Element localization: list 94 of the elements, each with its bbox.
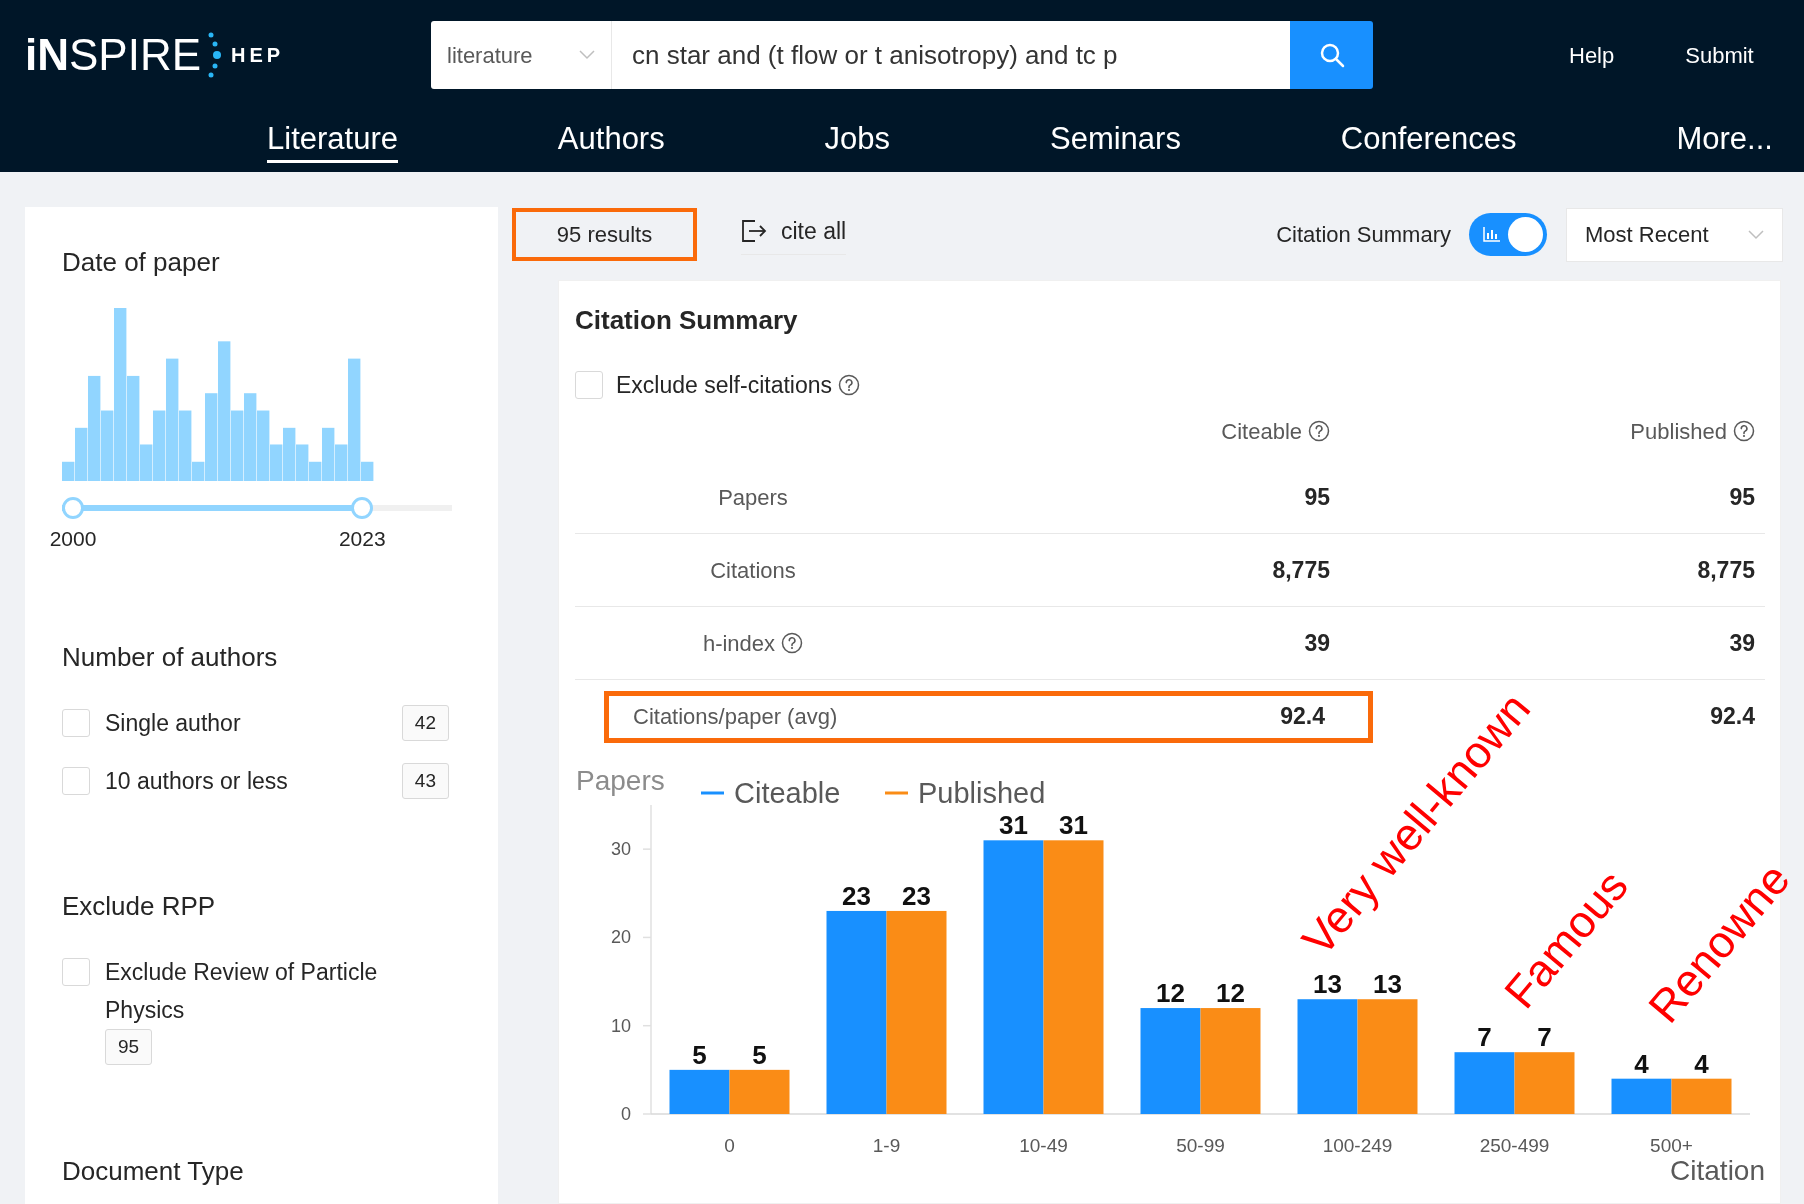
table-cell: 95 (1304, 483, 1330, 510)
filter-title: Number of authors (62, 641, 279, 673)
chevron-down-icon (579, 50, 595, 60)
category-label: 10-49 (1019, 1135, 1068, 1156)
bar (669, 1069, 730, 1114)
search-field[interactable]: cn star and (t flow or t anisotropy) and tc p (612, 21, 1290, 89)
row-label: Citations/paper (avg) (633, 703, 838, 731)
toggle-label: Citation Summary (1276, 221, 1451, 249)
column-header: Citeable (1221, 417, 1302, 446)
bar-value-label: 4 (1634, 1048, 1649, 1079)
category-label: 500+ (1650, 1135, 1693, 1156)
logo-text: iNSPIRE (25, 33, 202, 77)
checkbox[interactable] (62, 767, 90, 795)
axis-title: Citation (1670, 1155, 1765, 1186)
table-cell: 39 (1729, 629, 1755, 656)
legend-label: Citeable (734, 777, 841, 809)
table-cell: 92.4 (1280, 703, 1325, 730)
bar-value-label: 12 (1156, 978, 1185, 1009)
slider-value-label: 2000 (49, 527, 97, 551)
filter-title: Exclude RPP (62, 890, 217, 922)
nav-tab[interactable]: Authors (557, 119, 665, 163)
slider-thumb[interactable] (62, 497, 84, 519)
nav-tab[interactable]: Literature (267, 119, 398, 163)
sort-dropdown[interactable]: Most Recent (1566, 207, 1783, 262)
axis-tick-label: 0 (621, 1104, 631, 1124)
table-cell: 95 (1729, 483, 1755, 510)
axis-tick-label: 30 (610, 839, 631, 860)
bar-value-label: 31 (1059, 810, 1088, 841)
checkbox[interactable] (62, 958, 90, 986)
category-label: 0 (724, 1135, 735, 1156)
bar-chart-icon (1483, 226, 1501, 242)
filter-title: Date of paper (62, 246, 221, 278)
slider-thumb[interactable] (351, 497, 374, 519)
table-cell: 39 (1304, 629, 1330, 656)
bar-value-label: 31 (999, 810, 1028, 841)
row-label: Citations (710, 556, 796, 585)
filter-title: Document Type (62, 1155, 245, 1187)
checkbox-label: Single author (105, 709, 242, 738)
row-label: Papers (718, 483, 788, 512)
checkbox[interactable] (575, 371, 603, 399)
bar (729, 1069, 790, 1114)
count-badge: 42 (401, 705, 449, 741)
nav-tab[interactable]: More... (1676, 119, 1773, 163)
header-link[interactable]: Help (1569, 38, 1615, 72)
bar-value-label: 5 (752, 1039, 767, 1070)
category-label: 250-499 (1479, 1135, 1550, 1156)
bar-value-label: 13 (1313, 969, 1342, 1000)
nav-tab[interactable]: Jobs (824, 119, 891, 163)
toggle-switch[interactable] (1469, 213, 1547, 256)
bar (1514, 1052, 1575, 1114)
bar (1611, 1078, 1672, 1114)
table-cell: 8,775 (1272, 556, 1330, 583)
card-title: Citation Summary (575, 305, 799, 335)
checkbox-label: 10 authors or less (105, 767, 289, 796)
slider-value-label: 2023 (338, 527, 386, 551)
legend-swatch (885, 791, 908, 795)
row-label: h-index (702, 629, 776, 658)
bar-value-label: 23 (902, 880, 931, 911)
table-cell: 92.4 (1710, 703, 1755, 730)
chevron-down-icon (1748, 229, 1764, 240)
nav-tab[interactable]: Seminars (1049, 119, 1181, 163)
category-label: 100-249 (1322, 1135, 1393, 1156)
checkbox[interactable] (62, 709, 90, 737)
legend-label: Published (918, 777, 1046, 809)
scope-dropdown[interactable]: literature (431, 21, 612, 89)
count-badge: 95 (105, 1029, 153, 1065)
bar (1671, 1078, 1732, 1114)
bar-value-label: 23 (842, 880, 871, 911)
bar-value-label: 4 (1694, 1048, 1709, 1079)
count-badge: 43 (401, 763, 449, 799)
axis-tick-label: 10 (610, 1015, 631, 1036)
search-icon (1318, 42, 1345, 68)
bar (1454, 1052, 1515, 1114)
axis-title: Papers (576, 765, 665, 796)
logo-text: HEP (231, 43, 285, 68)
bar-value-label: 7 (1477, 1022, 1492, 1053)
checkbox-label: Exclude self-citations (616, 370, 833, 400)
bar-value-label: 5 (692, 1039, 707, 1070)
checkbox-label: Exclude Review of Particle Physics (105, 958, 379, 1025)
cite-all-button[interactable]: cite all (741, 213, 847, 256)
bar-value-label: 13 (1373, 969, 1402, 1000)
column-header: Published (1630, 417, 1727, 446)
bar-value-label: 12 (1216, 978, 1245, 1009)
help-icon (838, 374, 861, 396)
search-button[interactable] (1290, 21, 1373, 89)
category-label: 1-9 (872, 1135, 901, 1156)
legend-swatch (701, 791, 724, 795)
header-link[interactable]: Submit (1685, 38, 1754, 72)
table-cell: 8,775 (1697, 556, 1755, 583)
nav-tab[interactable]: Conferences (1340, 119, 1517, 163)
results-count: 95 results (512, 208, 697, 261)
bar-value-label: 7 (1537, 1022, 1552, 1053)
category-label: 50-99 (1176, 1135, 1225, 1156)
axis-tick-label: 20 (610, 927, 631, 948)
